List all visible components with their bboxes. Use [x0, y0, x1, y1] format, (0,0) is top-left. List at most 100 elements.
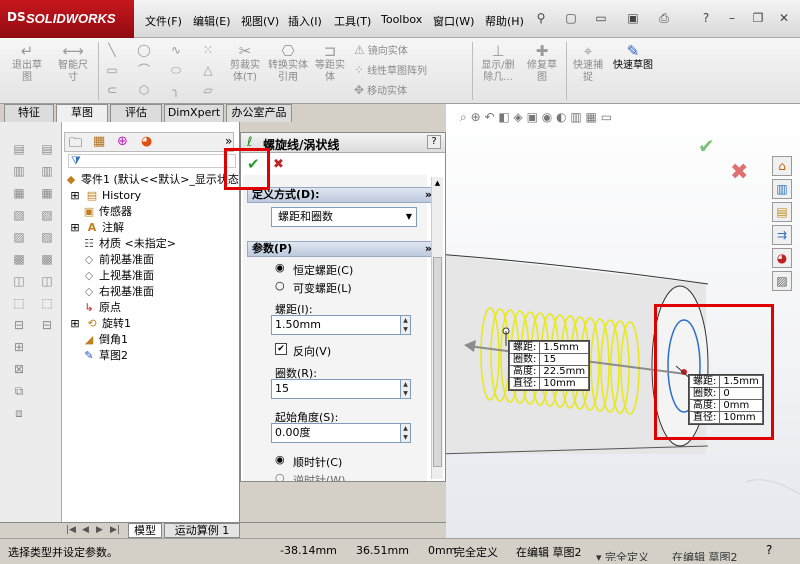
- solidworks-resources-icon[interactable]: ⌂: [772, 156, 792, 176]
- define-by-dropdown[interactable]: 螺距和圈数 ▼: [271, 207, 417, 227]
- toolbar-icon[interactable]: ▦: [38, 184, 56, 202]
- tree-item-material[interactable]: ☷ 材质 <未指定>: [82, 236, 176, 252]
- expand-arrow-icon[interactable]: »: [225, 134, 232, 148]
- menu-window[interactable]: 窗口(W): [433, 13, 474, 29]
- scroll-up-icon[interactable]: ▲: [433, 179, 442, 187]
- menu-tools[interactable]: 工具(T): [334, 13, 371, 29]
- toolbar-icon[interactable]: ⬚: [38, 294, 56, 312]
- pin-icon[interactable]: ⚲: [533, 10, 549, 26]
- tab-model[interactable]: 模型: [128, 523, 162, 538]
- move-entities-button[interactable]: ✥ 移动实体: [354, 82, 407, 97]
- menu-view[interactable]: 视图(V): [241, 13, 279, 29]
- menu-help[interactable]: 帮助(H): [485, 13, 524, 29]
- menu-file[interactable]: 文件(F): [145, 13, 182, 29]
- design-library-icon[interactable]: ▥: [772, 179, 792, 199]
- tab-evaluate[interactable]: 评估: [110, 104, 162, 122]
- define-by-group-header[interactable]: 定义方式(D):»: [247, 187, 437, 203]
- custom-properties-icon[interactable]: ▨: [772, 271, 792, 291]
- toolbar-icon[interactable]: ▩: [38, 250, 56, 268]
- toolbar-icon[interactable]: ▧: [10, 206, 28, 224]
- toolbar-icon[interactable]: ▤: [10, 140, 28, 158]
- property-manager-tab-icon[interactable]: ▦: [93, 134, 105, 149]
- slot-icon[interactable]: ⊂: [104, 82, 120, 98]
- clockwise-radio[interactable]: ◉: [275, 453, 285, 466]
- pitch-input[interactable]: 1.50mm: [271, 315, 401, 335]
- ellipse-icon[interactable]: ⬭: [168, 62, 184, 78]
- toolbar-icon[interactable]: ⊠: [10, 360, 28, 378]
- tree-item-chamfer1[interactable]: ◢ 倒角1: [82, 332, 128, 348]
- monitor-icon[interactable]: ▭: [601, 110, 612, 124]
- toolbar-icon[interactable]: ▧: [38, 206, 56, 224]
- scroll-prev-icon[interactable]: ◀: [82, 525, 89, 535]
- toolbar-icon[interactable]: ▤: [38, 140, 56, 158]
- tree-item-top-plane[interactable]: ◇ 上视基准面: [82, 268, 154, 284]
- convert-entities-button[interactable]: ⎔ 转换实体引用: [268, 42, 308, 84]
- hide-show-icon[interactable]: ◉: [542, 110, 552, 124]
- revolutions-spinner[interactable]: ▲ ▼: [401, 379, 411, 399]
- section-view-icon[interactable]: ◧: [498, 110, 509, 124]
- save-icon[interactable]: ▣: [625, 10, 641, 26]
- scene-icon[interactable]: ▥: [570, 110, 581, 124]
- start-angle-spinner[interactable]: ▲ ▼: [401, 423, 411, 443]
- tree-item-sensors[interactable]: ▣ 传感器: [82, 204, 132, 220]
- toolbar-icon[interactable]: ▥: [38, 162, 56, 180]
- tree-item-history[interactable]: ⊞ ▤ History: [68, 188, 141, 204]
- tree-item-annotations[interactable]: ⊞ A 注解: [68, 220, 124, 236]
- view-palette-icon[interactable]: ⇉: [772, 225, 792, 245]
- tab-motion-study[interactable]: 运动算例 1: [164, 523, 240, 538]
- rapid-sketch-button[interactable]: ✎ 快速草图: [612, 42, 654, 72]
- arc-icon[interactable]: ⌒: [136, 62, 152, 78]
- minimize-icon[interactable]: –: [724, 10, 740, 26]
- help-button[interactable]: ?: [427, 135, 441, 149]
- text-icon[interactable]: △: [200, 62, 216, 78]
- tab-dimxpert[interactable]: DimXpert: [164, 104, 224, 122]
- filter-box[interactable]: ⧩: [68, 154, 236, 168]
- zoom-fit-icon[interactable]: ⌕: [460, 110, 467, 124]
- display-style-icon[interactable]: ▣: [527, 110, 538, 124]
- start-angle-input[interactable]: 0.00度: [271, 423, 401, 443]
- toolbar-icon[interactable]: ⊟: [10, 316, 28, 334]
- previous-view-icon[interactable]: ↶: [484, 110, 494, 124]
- help-status-icon[interactable]: ?: [766, 543, 772, 557]
- spline-icon[interactable]: ∿: [168, 42, 184, 58]
- help-icon[interactable]: ?: [698, 10, 714, 26]
- toolbar-icon[interactable]: ⧈: [10, 404, 28, 422]
- feature-manager-tab-icon[interactable]: 🗀: [69, 134, 82, 156]
- menu-insert[interactable]: 插入(I): [288, 13, 322, 29]
- smart-dimension-button[interactable]: ⟷ 智能尺寸: [54, 42, 92, 84]
- zoom-area-icon[interactable]: ⊕: [471, 110, 481, 124]
- exit-sketch-button[interactable]: ↵ 退出草图: [10, 42, 44, 84]
- print-icon[interactable]: ⎙: [656, 10, 672, 26]
- tree-item-origin[interactable]: ↳ 原点: [82, 300, 121, 316]
- quick-snaps-button[interactable]: ⌖ 快速捕捉: [570, 42, 606, 84]
- counterclockwise-radio[interactable]: ○: [275, 471, 285, 481]
- appearance-icon[interactable]: ◐: [556, 110, 566, 124]
- toolbar-icon[interactable]: ◫: [10, 272, 28, 290]
- open-icon[interactable]: ▭: [593, 10, 609, 26]
- tab-office-products[interactable]: 办公室产品: [226, 104, 292, 122]
- toolbar-icon[interactable]: ⊞: [10, 338, 28, 356]
- scroll-last-icon[interactable]: ▶|: [110, 525, 120, 535]
- parameters-group-header[interactable]: 参数(P)»: [247, 241, 437, 257]
- scroll-thumb[interactable]: [433, 257, 442, 467]
- menu-edit[interactable]: 编辑(E): [193, 13, 231, 29]
- tree-item-right-plane[interactable]: ◇ 右视基准面: [82, 284, 154, 300]
- pm-scrollbar[interactable]: ▲: [431, 177, 443, 479]
- appearances-icon[interactable]: ◕: [772, 248, 792, 268]
- tab-sketch[interactable]: 草图: [56, 104, 108, 122]
- toolbar-icon[interactable]: ▦: [10, 184, 28, 202]
- toolbar-icon[interactable]: ⊟: [38, 316, 56, 334]
- repair-sketch-button[interactable]: ✚ 修复草图: [524, 42, 560, 84]
- reverse-checkbox[interactable]: ✔: [275, 343, 287, 355]
- configuration-manager-tab-icon[interactable]: ⊕: [117, 134, 128, 149]
- mirror-entities-button[interactable]: ⚠ 镜向实体: [354, 42, 408, 57]
- confirm-cancel-icon[interactable]: ✖: [730, 160, 748, 185]
- tree-item-sketch2[interactable]: ✎ 草图2: [82, 348, 128, 364]
- toolbar-icon[interactable]: ▨: [38, 228, 56, 246]
- tree-item-front-plane[interactable]: ◇ 前视基准面: [82, 252, 154, 268]
- fillet-icon[interactable]: ╮: [168, 82, 184, 98]
- cancel-button[interactable]: ✖: [273, 157, 284, 172]
- linear-pattern-button[interactable]: ⁘ 线性草图阵列: [354, 62, 427, 77]
- restore-icon[interactable]: ❐: [750, 10, 766, 26]
- scroll-next-icon[interactable]: ▶: [96, 525, 103, 535]
